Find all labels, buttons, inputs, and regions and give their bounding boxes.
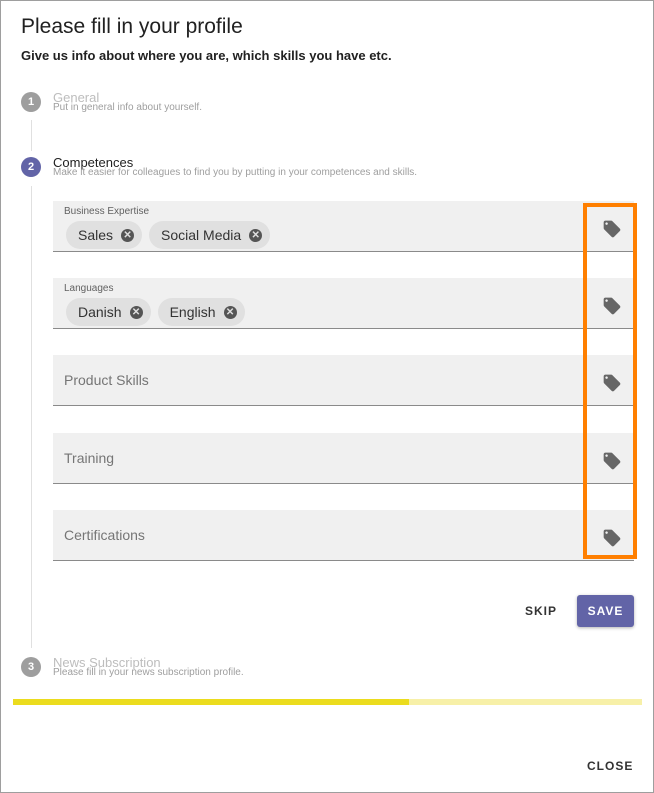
chip: Social Media ✕	[149, 221, 271, 249]
dialog-subtitle: Give us info about where you are, which …	[21, 48, 392, 63]
field-placeholder: Certifications	[64, 527, 145, 543]
step-1-description: Put in general info about yourself.	[53, 102, 202, 113]
step-2-number[interactable]: 2	[21, 157, 41, 177]
save-button[interactable]: SAVE	[577, 595, 634, 627]
chip-label: Social Media	[161, 227, 242, 243]
chip: Sales ✕	[66, 221, 143, 249]
step-3-description: Please fill in your news subscription pr…	[53, 667, 244, 678]
field-placeholder: Product Skills	[64, 372, 149, 388]
step-connector	[31, 186, 32, 648]
step-3-number[interactable]: 3	[21, 657, 41, 677]
chip-label: Danish	[78, 304, 122, 320]
close-button[interactable]: CLOSE	[587, 759, 633, 773]
field-4[interactable]: Certifications	[53, 510, 634, 561]
chip: English ✕	[157, 298, 245, 326]
progress-fill	[13, 699, 410, 705]
chip-label: English	[169, 304, 216, 320]
progress-bar	[13, 699, 642, 705]
remove-chip-icon[interactable]: ✕	[129, 305, 143, 319]
chip-list: Sales ✕ Social Media ✕	[66, 221, 271, 249]
step-1-number[interactable]: 1	[21, 92, 41, 112]
chip-list: Danish ✕ English ✕	[66, 298, 245, 326]
field-0[interactable]: Business Expertise Sales ✕ Social Media ✕	[53, 201, 634, 252]
field-3[interactable]: Training	[53, 433, 634, 484]
remove-chip-icon[interactable]: ✕	[121, 228, 135, 242]
step-connector	[31, 120, 32, 151]
chip-label: Sales	[78, 227, 114, 243]
remove-chip-icon[interactable]: ✕	[223, 305, 237, 319]
dialog-title: Please fill in your profile	[21, 15, 243, 38]
highlight-box	[583, 203, 637, 559]
field-label: Languages	[64, 283, 114, 294]
step-2-description: Make it easier for colleagues to find yo…	[53, 167, 418, 178]
skip-button[interactable]: SKIP	[525, 604, 557, 618]
chip: Danish ✕	[66, 298, 151, 326]
field-2[interactable]: Product Skills	[53, 355, 634, 406]
remove-chip-icon[interactable]: ✕	[249, 228, 263, 242]
field-placeholder: Training	[64, 450, 115, 466]
dialog: Please fill in your profile Give us info…	[0, 0, 654, 793]
field-label: Business Expertise	[64, 206, 150, 217]
field-1[interactable]: Languages Danish ✕ English ✕	[53, 278, 634, 329]
